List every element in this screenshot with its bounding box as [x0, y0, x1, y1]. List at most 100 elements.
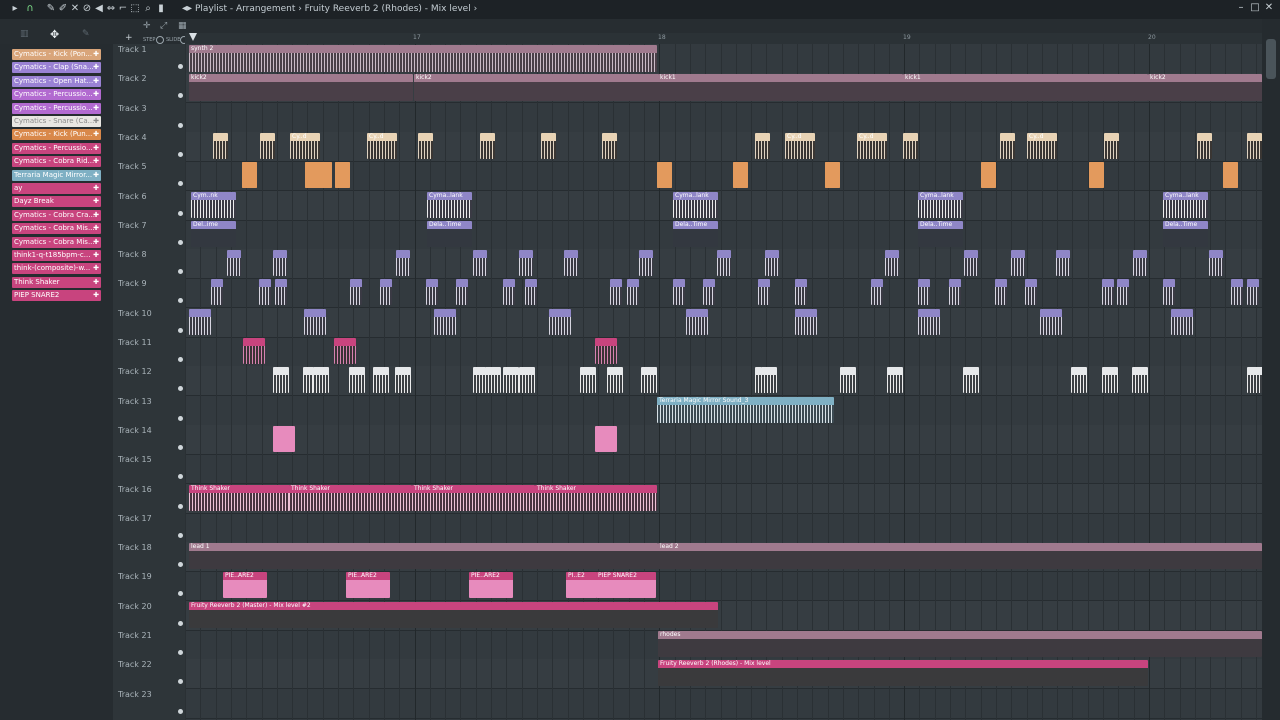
pattern-clip[interactable] [795, 279, 807, 306]
pattern-clip[interactable] [1056, 250, 1070, 277]
pattern-clip[interactable] [1247, 279, 1259, 306]
track-header[interactable]: Track 1 [118, 44, 183, 73]
pattern-clip[interactable] [686, 308, 708, 335]
playhead-marker[interactable] [189, 33, 197, 41]
pattern-clip[interactable] [349, 367, 365, 394]
menu-arrow-icon[interactable]: ▸ [10, 3, 20, 15]
pattern-clip[interactable]: Cy..d [290, 132, 320, 159]
picker-item[interactable]: ay ✚ [12, 183, 101, 194]
track-header[interactable]: Track 19 [118, 571, 183, 600]
track-header[interactable]: Track 5 [118, 161, 183, 190]
select-icon[interactable]: ⬚ [130, 3, 140, 15]
pattern-clip[interactable] [564, 250, 578, 277]
pattern-clip[interactable]: Cyma..lank [918, 191, 963, 218]
track-header[interactable]: Track 20 [118, 601, 183, 630]
pattern-clip[interactable] [903, 132, 918, 159]
pattern-clip[interactable] [273, 425, 295, 452]
pattern-clip[interactable] [525, 279, 537, 306]
crosshair-icon[interactable]: ✛ [143, 21, 151, 31]
pattern-clip[interactable] [213, 132, 228, 159]
track-lane[interactable] [185, 278, 1262, 309]
track-lane[interactable] [185, 513, 1262, 543]
picker-item[interactable]: think-(composite)-w... ✚ [12, 263, 101, 275]
pattern-clip[interactable]: Fruity Reeverb 2 (Rhodes) - Mix level [658, 660, 1148, 687]
picker-item[interactable]: Cymatics - Cobra Mis... ✚ [12, 223, 101, 235]
add-icon[interactable]: ✚ [93, 250, 99, 261]
pattern-clip[interactable] [273, 367, 289, 394]
pattern-clip[interactable] [189, 308, 211, 335]
pattern-clip[interactable] [717, 250, 731, 277]
pattern-clip[interactable]: kick2 [189, 74, 413, 102]
pattern-clip[interactable] [981, 162, 996, 189]
pattern-clip[interactable] [519, 367, 535, 394]
arrangement-arrows-icon[interactable]: ◂▸ [181, 3, 193, 15]
add-icon[interactable]: + [125, 33, 133, 43]
track-lane[interactable] [185, 689, 1262, 719]
close-icon[interactable]: ✕ [1264, 2, 1274, 14]
minimize-icon[interactable]: – [1236, 2, 1246, 14]
track-enable-dot[interactable] [178, 327, 183, 333]
pattern-clip[interactable]: Cyma..lank [427, 191, 472, 218]
pattern-clip[interactable] [335, 162, 350, 189]
pattern-clip[interactable] [871, 279, 883, 306]
pattern-clip[interactable] [480, 132, 495, 159]
picker-item[interactable]: Cymatics - Snare (Ca... ✚ [12, 116, 101, 127]
grid-small-icon[interactable]: ▦ [178, 21, 187, 31]
pattern-clip[interactable] [918, 308, 940, 335]
pattern-clip[interactable] [885, 250, 899, 277]
pattern-clip[interactable]: Cy..d [1027, 132, 1057, 159]
track-lane[interactable] [185, 103, 1262, 133]
pattern-clip[interactable] [825, 162, 840, 189]
slip-icon[interactable]: ⇔ [106, 3, 116, 15]
track-lane[interactable] [185, 220, 1262, 250]
track-enable-dot[interactable] [178, 64, 183, 69]
pattern-clip[interactable] [795, 308, 817, 335]
track-enable-dot[interactable] [178, 210, 183, 216]
add-icon[interactable]: ✚ [93, 223, 99, 234]
track-header[interactable]: Track 12 [118, 366, 183, 395]
track-enable-dot[interactable] [178, 151, 183, 157]
track-header[interactable]: Track 2 [118, 73, 183, 102]
add-icon[interactable]: ✚ [93, 49, 99, 60]
add-icon[interactable]: ✚ [93, 210, 99, 221]
pattern-clip[interactable] [395, 367, 411, 394]
add-icon[interactable]: ✚ [93, 129, 99, 140]
add-icon[interactable]: ✚ [93, 89, 99, 100]
track-header[interactable]: Track 14 [118, 425, 183, 454]
picker-item[interactable]: think1-q-t185bpm-c... ✚ [12, 250, 101, 261]
pattern-clip[interactable] [607, 367, 623, 394]
add-icon[interactable]: ✚ [93, 143, 99, 154]
pattern-clip[interactable] [313, 367, 329, 394]
pattern-clip[interactable] [1133, 250, 1147, 277]
pattern-clip[interactable] [227, 250, 241, 277]
picker-item[interactable]: Terraria Magic Mirror... ✚ [12, 169, 101, 181]
track-enable-dot[interactable] [178, 650, 183, 655]
track-header[interactable]: Track 23 [118, 689, 183, 718]
pattern-clip[interactable] [1223, 162, 1238, 189]
pattern-clip[interactable] [602, 132, 617, 159]
pencil-icon[interactable]: ✎ [46, 3, 56, 15]
pattern-clip[interactable]: Dela..Time [673, 220, 718, 247]
add-icon[interactable]: ✚ [93, 183, 99, 194]
step-toggle[interactable] [156, 36, 164, 44]
picker-item[interactable]: PIEP SNARE2 ✚ [12, 290, 101, 302]
pattern-clip[interactable] [918, 279, 930, 306]
track-header[interactable]: Track 9 [118, 278, 183, 307]
track-enable-dot[interactable] [178, 122, 183, 128]
pattern-clip[interactable]: kick2 [1148, 74, 1262, 102]
picker-item[interactable]: Cymatics - Cobra Rid... ✚ [12, 156, 101, 168]
picker-item[interactable]: Think Shaker ✚ [12, 276, 101, 288]
pattern-clip[interactable] [426, 279, 438, 306]
magnet-icon[interactable]: ∩ [23, 3, 37, 15]
zoom-icon[interactable]: ⌕ [143, 3, 153, 15]
track-header[interactable]: Track 21 [118, 630, 183, 659]
pattern-clip[interactable] [733, 162, 748, 189]
picker-item[interactable]: Cymatics - Kick (Pun... ✚ [12, 129, 101, 141]
track-lane[interactable] [185, 131, 1262, 162]
playback-icon[interactable]: ▮ [156, 3, 166, 15]
pattern-clip[interactable]: Dela..Time [918, 220, 963, 247]
add-icon[interactable]: ✚ [93, 156, 99, 167]
track-enable-dot[interactable] [178, 269, 183, 275]
mute-icon[interactable]: ⊘ [82, 3, 92, 15]
add-icon[interactable]: ✚ [93, 76, 99, 87]
